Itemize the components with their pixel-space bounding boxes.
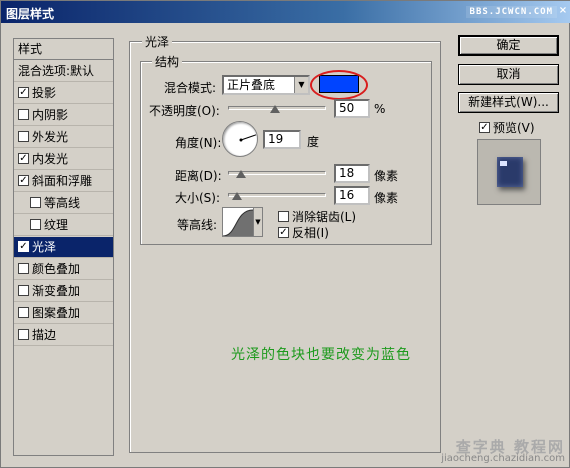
contour-dropdown-icon[interactable]: ▼ (253, 207, 263, 237)
style-list: 样式 混合选项:默认投影内阴影外发光内发光斜面和浮雕等高线纹理光泽颜色叠加渐变叠… (13, 38, 114, 456)
style-list-item[interactable]: 斜面和浮雕 (14, 171, 113, 192)
checkbox-icon[interactable] (18, 109, 29, 120)
contour-label: 等高线: (177, 218, 218, 232)
style-list-item-label: 渐变叠加 (32, 284, 81, 298)
style-list-header[interactable]: 样式 (14, 39, 113, 60)
style-list-item-label: 内阴影 (32, 108, 69, 122)
annotation-text: 光泽的色块也要改变为蓝色 (231, 347, 411, 363)
style-list-item[interactable]: 等高线 (14, 193, 113, 214)
preview-checkbox[interactable]: 预览(V) (479, 119, 535, 136)
style-list-item-label: 描边 (32, 328, 57, 342)
structure-group-title: 结构 (152, 53, 183, 70)
ok-button[interactable]: 确定 (458, 35, 559, 56)
preview-label: 预览(V) (493, 121, 535, 135)
style-list-item-label: 颜色叠加 (32, 262, 81, 276)
antialias-check-icon (278, 211, 289, 222)
size-unit: 像素 (374, 191, 399, 205)
style-list-item[interactable]: 内阴影 (14, 105, 113, 126)
invert-checkbox[interactable]: 反相(I) (278, 224, 329, 241)
checkbox-checked-icon[interactable] (18, 87, 29, 98)
style-list-item-label: 光泽 (32, 240, 57, 254)
style-list-item[interactable]: 纹理 (14, 215, 113, 236)
style-list-item-label: 图案叠加 (32, 306, 81, 320)
style-list-item-label: 等高线 (44, 196, 81, 210)
style-list-item-label: 纹理 (44, 218, 69, 232)
satin-group-title: 光泽 (142, 33, 173, 50)
style-list-item[interactable]: 渐变叠加 (14, 281, 113, 302)
bottom-watermark-line1: 查字典 教程网 (455, 438, 565, 456)
invert-check-icon (278, 227, 289, 238)
distance-label: 距离(D): (175, 169, 222, 183)
blend-mode-label: 混合模式: (164, 81, 217, 95)
blend-mode-select[interactable]: 正片叠底 ▼ (222, 75, 310, 95)
chevron-down-icon: ▼ (294, 77, 308, 93)
style-list-item-label: 混合选项:默认 (18, 64, 95, 78)
checkbox-icon[interactable] (18, 285, 29, 296)
style-list-item[interactable]: 投影 (14, 83, 113, 104)
new-style-button[interactable]: 新建样式(W)... (458, 92, 559, 113)
checkbox-checked-icon[interactable] (18, 175, 29, 186)
watermark-text: BBS.JCWCN.COM (465, 6, 557, 18)
opacity-unit: % (374, 102, 386, 116)
blend-mode-value: 正片叠底 (227, 78, 276, 92)
style-list-item[interactable]: 混合选项:默认 (14, 61, 113, 82)
style-list-item[interactable]: 图案叠加 (14, 303, 113, 324)
close-icon[interactable]: × (557, 5, 569, 17)
angle-unit: 度 (307, 135, 320, 149)
checkbox-checked-icon[interactable] (18, 241, 29, 252)
style-list-item[interactable]: 颜色叠加 (14, 259, 113, 280)
checkbox-checked-icon[interactable] (18, 153, 29, 164)
angle-label: 角度(N): (175, 136, 222, 150)
invert-label: 反相(I) (292, 226, 329, 240)
checkbox-icon[interactable] (18, 263, 29, 274)
checkbox-icon[interactable] (18, 307, 29, 318)
size-slider-thumb[interactable] (232, 192, 242, 200)
size-slider-track[interactable] (228, 193, 326, 197)
preview-check-icon (479, 122, 490, 133)
contour-preview[interactable] (222, 207, 254, 237)
layer-style-dialog: 图层样式 BBS.JCWCN.COM × 样式 混合选项:默认投影内阴影外发光内… (0, 0, 570, 468)
size-label: 大小(S): (175, 191, 221, 205)
title-bar[interactable]: 图层样式 BBS.JCWCN.COM × (1, 1, 570, 23)
window-title: 图层样式 (6, 7, 55, 21)
bottom-watermark: 查字典 教程网 jiaocheng.chazidian.com (441, 438, 565, 465)
style-list-item[interactable]: 外发光 (14, 127, 113, 148)
opacity-label: 不透明度(O): (149, 104, 220, 118)
cancel-button[interactable]: 取消 (458, 64, 559, 85)
checkbox-icon[interactable] (18, 131, 29, 142)
style-list-item[interactable]: 光泽 (14, 237, 113, 258)
opacity-input[interactable]: 50 (334, 99, 370, 118)
antialias-label: 消除锯齿(L) (292, 210, 357, 224)
checkbox-icon[interactable] (18, 329, 29, 340)
style-list-item[interactable]: 描边 (14, 325, 113, 346)
distance-unit: 像素 (374, 169, 399, 183)
style-list-item-label: 斜面和浮雕 (32, 174, 93, 188)
bottom-watermark-line2: jiaocheng.chazidian.com (441, 453, 565, 464)
angle-input[interactable]: 19 (263, 130, 301, 149)
distance-slider-thumb[interactable] (236, 170, 246, 178)
distance-input[interactable]: 18 (334, 164, 370, 183)
style-list-item-label: 外发光 (32, 130, 69, 144)
checkbox-icon[interactable] (30, 197, 41, 208)
style-list-item-label: 投影 (32, 86, 57, 100)
style-list-item[interactable]: 内发光 (14, 149, 113, 170)
style-preview-thumbnail (477, 139, 541, 205)
preview-swatch (497, 157, 523, 187)
highlight-circle (310, 70, 368, 100)
opacity-slider-thumb[interactable] (270, 105, 280, 113)
checkbox-icon[interactable] (30, 219, 41, 230)
size-input[interactable]: 16 (334, 186, 370, 205)
angle-dial[interactable] (222, 121, 258, 157)
style-list-item-label: 内发光 (32, 152, 69, 166)
antialias-checkbox[interactable]: 消除锯齿(L) (278, 208, 356, 225)
